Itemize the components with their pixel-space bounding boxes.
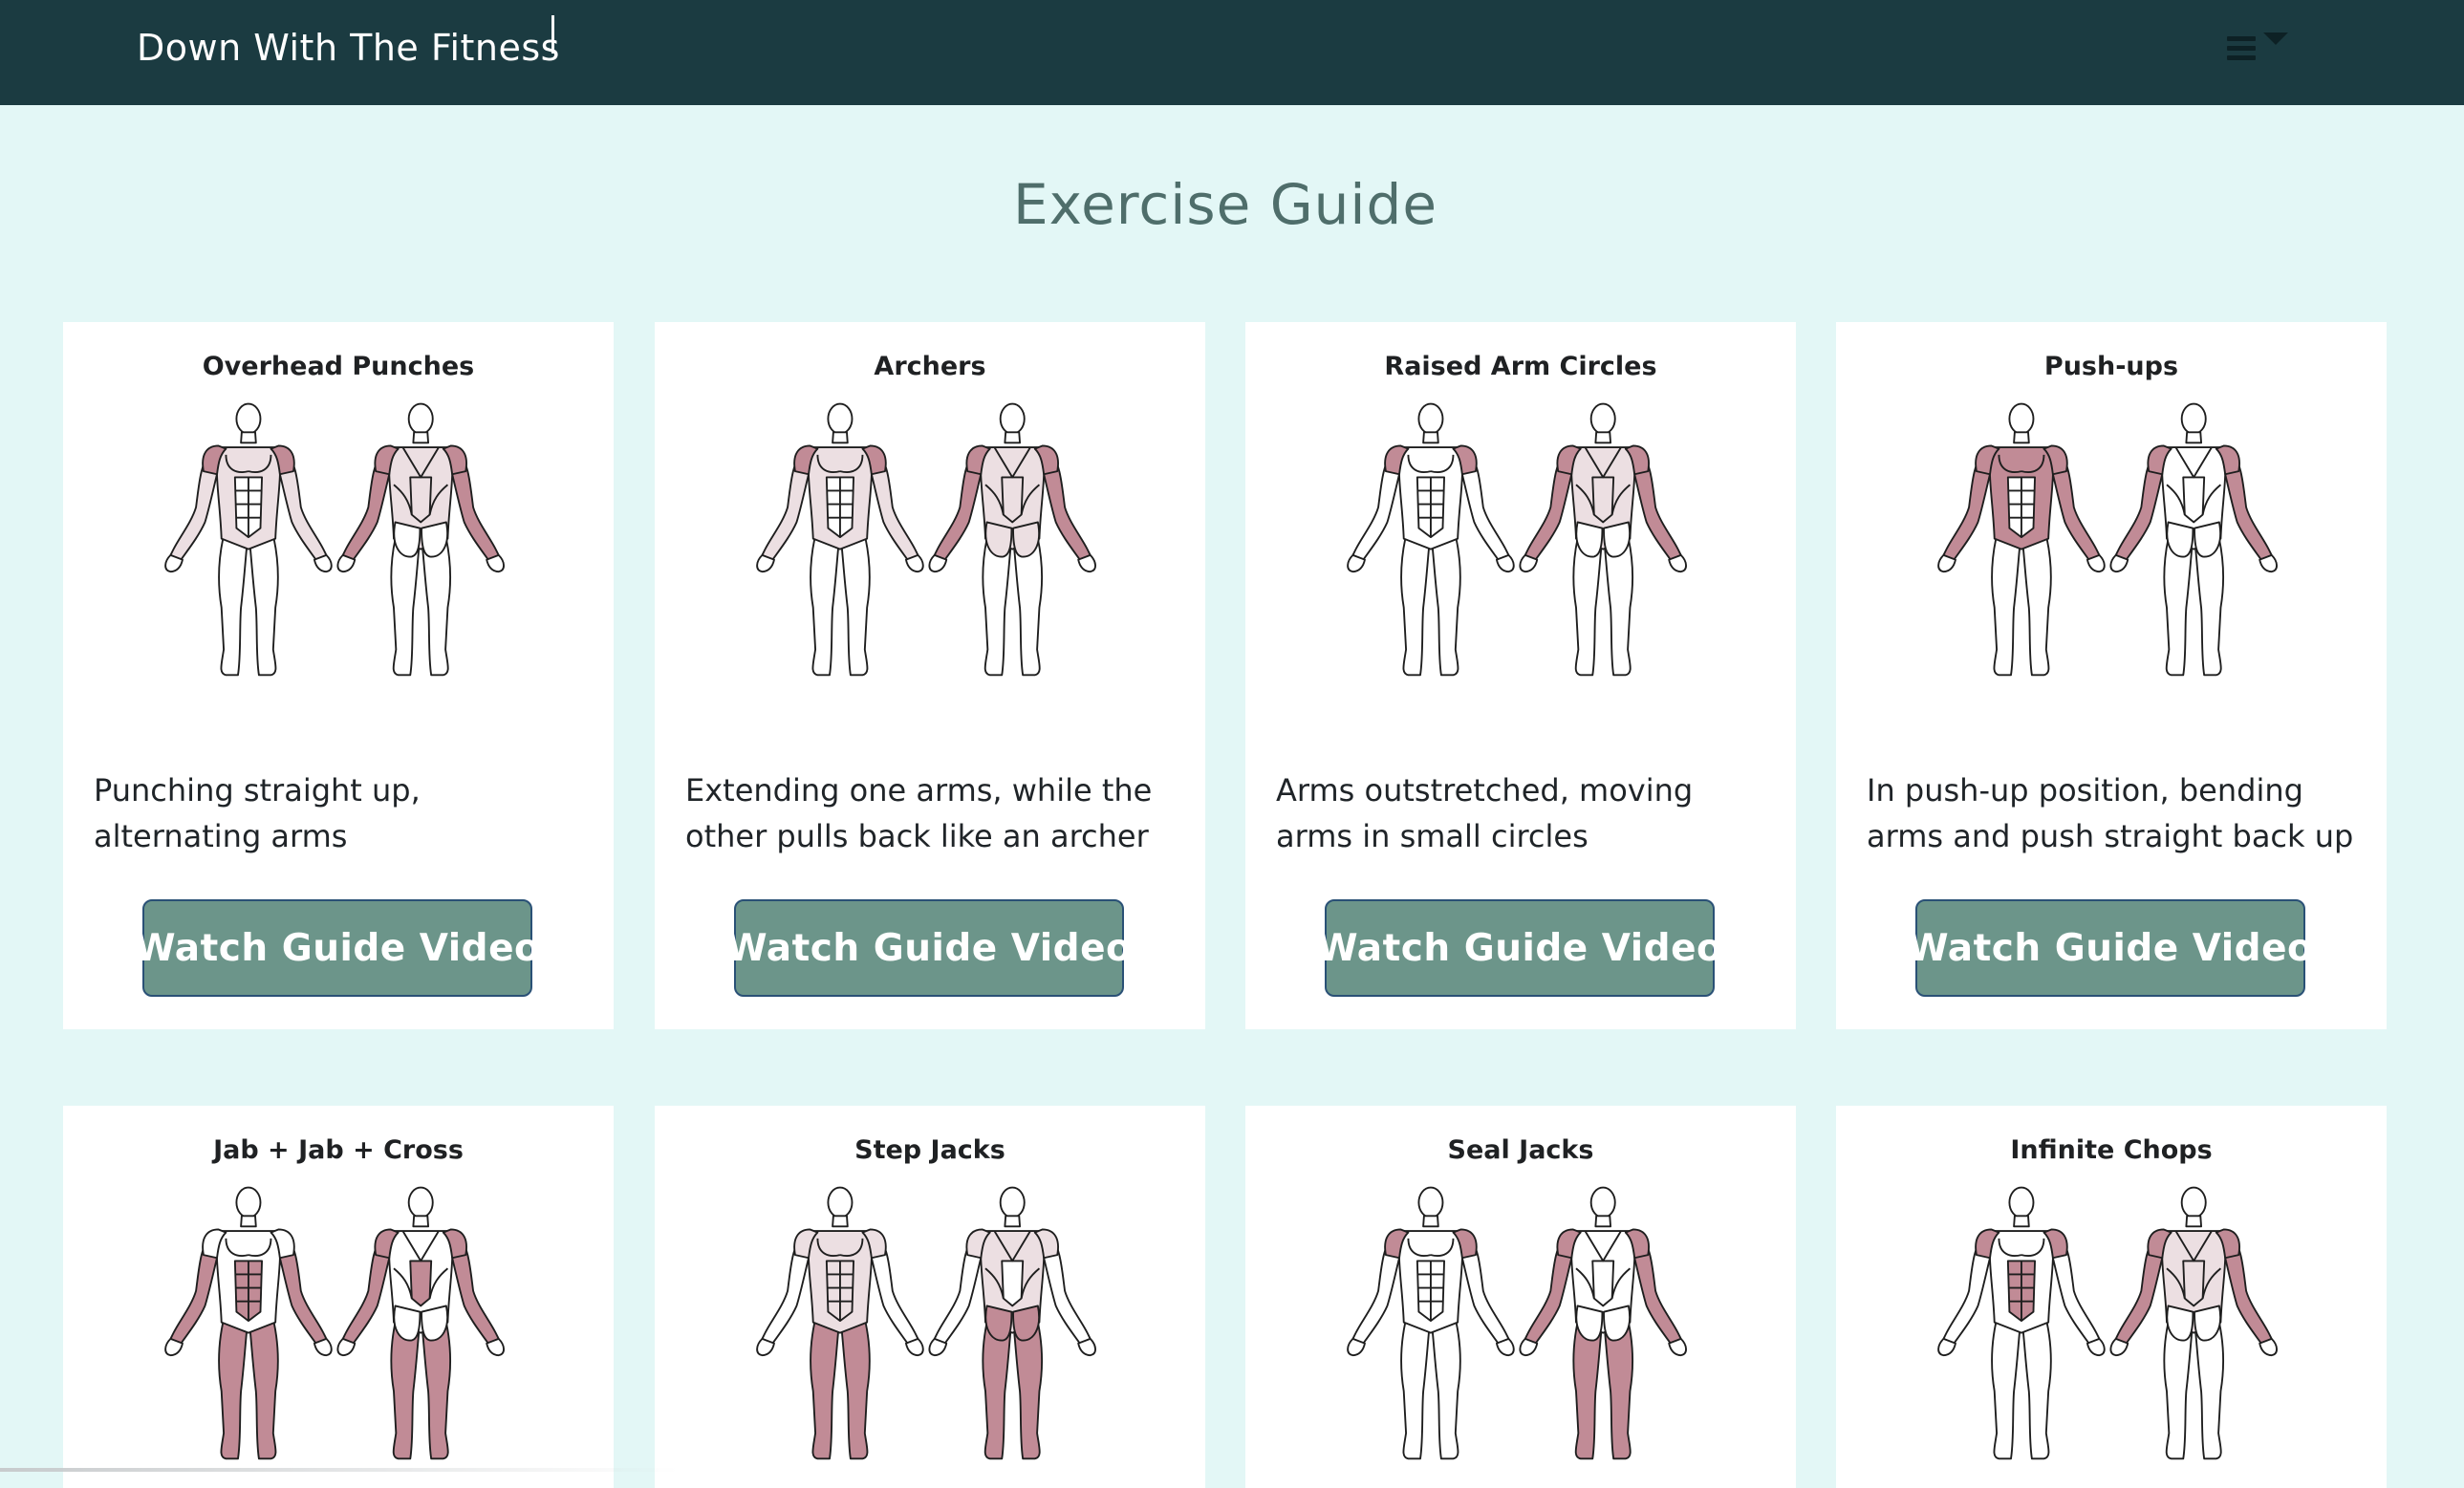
exercise-title: Jab + Jab + Cross [213, 1135, 464, 1165]
front-body-figure [1937, 402, 2106, 677]
watch-guide-video-button[interactable]: Watch Guide Video [726, 899, 1132, 997]
brand-divider [551, 15, 554, 54]
exercise-description: Punching straight up, alternating arms [94, 772, 421, 854]
front-body-figure [1347, 1186, 1515, 1460]
front-body-figure [756, 1186, 924, 1460]
exercise-card: Overhead Punches Punching straight up, a… [63, 322, 614, 1029]
back-body-figure [1519, 1186, 1687, 1460]
front-body-figure [164, 402, 333, 677]
front-body-figure [164, 1186, 333, 1460]
exercise-card: Push-ups In push-up position, bending ar… [1836, 322, 2387, 1029]
exercise-card: Seal Jacks [1245, 1106, 1796, 1488]
exercise-title: Step Jacks [854, 1135, 1005, 1165]
exercise-card: Jab + Jab + Cross [63, 1106, 614, 1488]
muscle-map-image [1937, 1186, 2278, 1460]
muscle-map-image [1347, 402, 1687, 677]
muscle-map-image [164, 1186, 505, 1460]
exercise-title: Infinite Chops [2010, 1135, 2213, 1165]
watch-guide-video-button[interactable]: Watch Guide Video [1908, 899, 2313, 997]
exercise-card: Step Jacks [655, 1106, 1205, 1488]
chevron-down-icon [2263, 32, 2288, 45]
muscle-map-image [756, 1186, 1096, 1460]
back-body-figure [2109, 402, 2278, 677]
exercise-title: Raised Arm Circles [1384, 352, 1657, 381]
front-body-figure [1937, 1186, 2106, 1460]
exercise-description: In push-up position, bending arms and pu… [1867, 772, 2354, 854]
muscle-map-image [1937, 402, 2278, 677]
top-navbar: Down With The Fitness [0, 0, 2464, 105]
back-body-figure [336, 1186, 505, 1460]
front-body-figure [756, 402, 924, 677]
back-body-figure [928, 402, 1096, 677]
brand-title[interactable]: Down With The Fitness [137, 27, 560, 69]
back-body-figure [336, 402, 505, 677]
menu-toggle-button[interactable] [2219, 23, 2300, 69]
watch-guide-video-button[interactable]: Watch Guide Video [135, 899, 540, 997]
exercise-card: Archers Extending one arms, while the ot… [655, 322, 1205, 1029]
exercise-card: Raised Arm Circles Arms outstretched, mo… [1245, 322, 1796, 1029]
back-body-figure [928, 1186, 1096, 1460]
watch-guide-video-button[interactable]: Watch Guide Video [1317, 899, 1722, 997]
exercise-description: Extending one arms, while the other pull… [685, 772, 1153, 854]
exercise-card: Infinite Chops [1836, 1106, 2387, 1488]
front-body-figure [1347, 402, 1515, 677]
exercise-title: Seal Jacks [1447, 1135, 1594, 1165]
hamburger-icon [2227, 36, 2256, 61]
muscle-map-image [164, 402, 505, 677]
exercise-title: Overhead Punches [202, 352, 475, 381]
muscle-map-image [756, 402, 1096, 677]
page-title: Exercise Guide [1012, 172, 1438, 237]
back-body-figure [2109, 1186, 2278, 1460]
exercise-title: Archers [874, 352, 986, 381]
bottom-scroll-shadow [0, 1468, 679, 1472]
muscle-map-image [1347, 1186, 1687, 1460]
exercise-title: Push-ups [2043, 352, 2179, 381]
exercise-description: Arms outstretched, moving arms in small … [1276, 772, 1694, 854]
back-body-figure [1519, 402, 1687, 677]
